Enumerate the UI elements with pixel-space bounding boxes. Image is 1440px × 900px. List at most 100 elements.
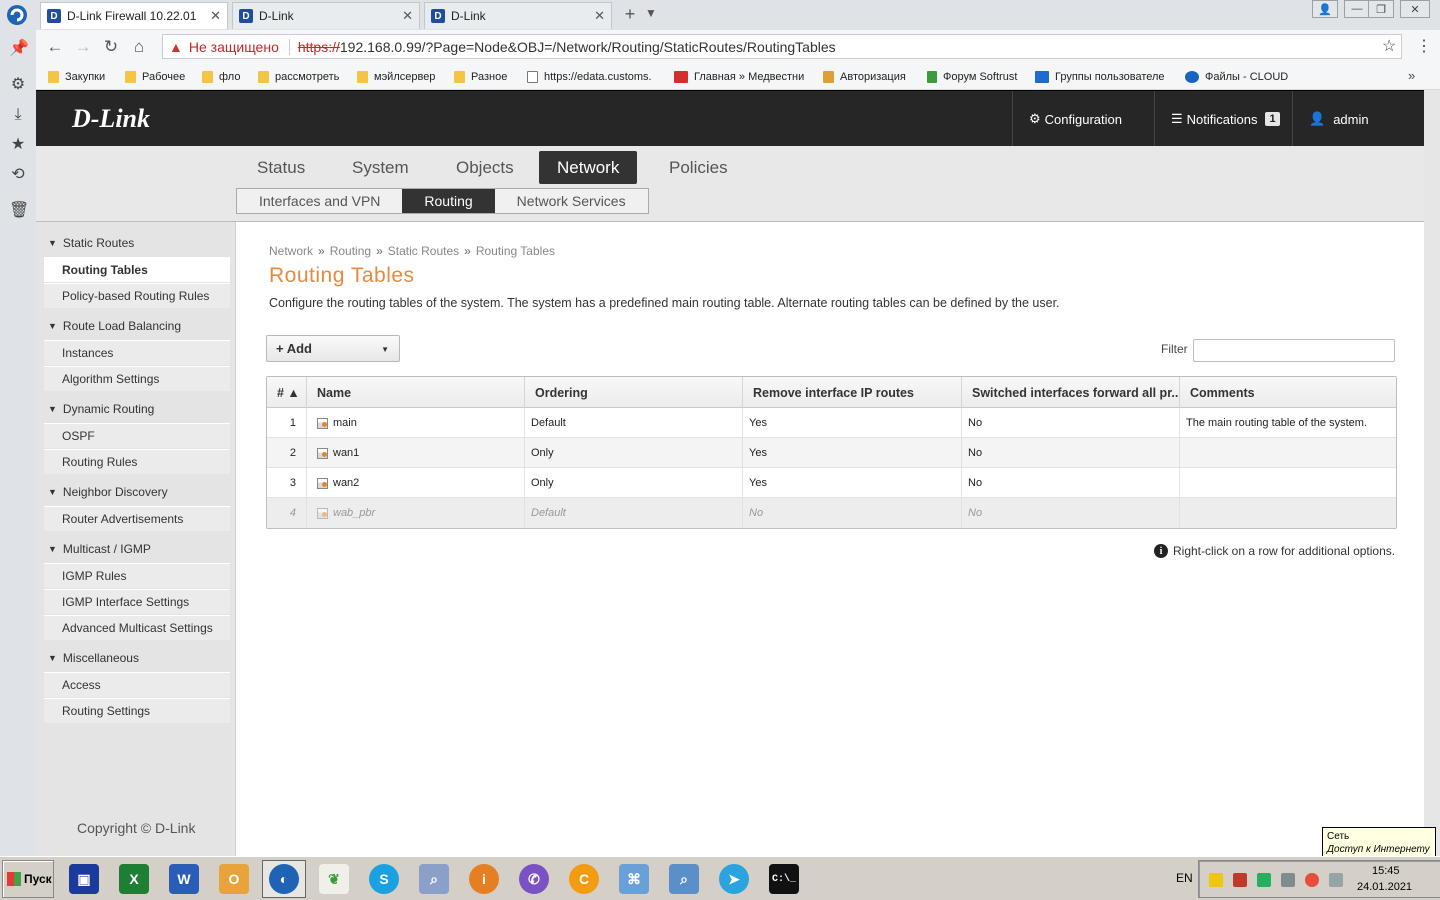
breadcrumb-item[interactable]: Routing (330, 244, 371, 258)
nav-system[interactable]: System (334, 151, 427, 184)
configuration-menu[interactable]: ⚙ Configuration (1012, 91, 1168, 147)
window-close-button[interactable]: ✕ (1400, 0, 1430, 18)
tray-status-icon[interactable] (1305, 873, 1319, 887)
sidebar-group-neighbor-discovery[interactable]: ▼ Neighbor Discovery (48, 482, 168, 502)
bookmark-item[interactable]: рассмотреть (258, 68, 339, 86)
taskbar-outlook-app[interactable]: O (212, 860, 256, 898)
close-icon[interactable]: ✕ (594, 8, 605, 24)
security-warning[interactable]: Не защищено (189, 39, 279, 55)
sidebar-item-igmp-interface-settings[interactable]: IGMP Interface Settings (44, 589, 230, 614)
reload-icon[interactable]: ↻ (101, 37, 121, 57)
taskbar-cmd-app[interactable]: C:\_ (762, 860, 806, 898)
nvidia-icon[interactable] (1257, 873, 1271, 887)
pin-icon[interactable]: 📌 (9, 40, 29, 58)
sidebar-item-access[interactable]: Access (44, 672, 230, 697)
taskbar-viber-app[interactable]: ✆ (512, 860, 556, 898)
sidebar-group-multicast-igmp[interactable]: ▼ Multicast / IGMP (48, 539, 151, 559)
taskbar-excel-app[interactable]: X (112, 860, 156, 898)
column-header-comments[interactable]: Comments (1180, 377, 1396, 408)
clock-date[interactable]: 24.01.2021 (1357, 881, 1412, 893)
taskbar-save-app[interactable]: ▣ (62, 860, 106, 898)
nav-status[interactable]: Status (239, 151, 323, 184)
taskbar-network-app[interactable]: ⌘ (612, 860, 656, 898)
clock-time[interactable]: 15:45 (1372, 865, 1400, 877)
network-icon[interactable] (1329, 873, 1343, 887)
bookmark-item[interactable]: Авторизация (823, 68, 906, 86)
bookmark-item[interactable]: Группы пользователе (1035, 68, 1165, 86)
tab-dlink-firewall[interactable]: D D-Link Firewall 10.22.01 ✕ (40, 2, 228, 29)
column-header-name[interactable]: Name (307, 377, 525, 408)
taskbar-telegram-app[interactable]: ➤ (712, 860, 756, 898)
new-tab-button[interactable]: + (620, 4, 640, 25)
subnav-network-services[interactable]: Network Services (495, 189, 648, 213)
bookmark-item[interactable]: Закупки (48, 68, 105, 86)
subnav-interfaces-vpn[interactable]: Interfaces and VPN (237, 189, 402, 213)
taskbar-browser-app[interactable]: ◐ (262, 860, 306, 898)
sidebar-item-routing-settings[interactable]: Routing Settings (44, 698, 230, 723)
sidebar-item-router-advertisements[interactable]: Router Advertisements (44, 506, 230, 531)
taskbar-search-app[interactable]: ⌕ (662, 860, 706, 898)
tab-dlink-2[interactable]: D D-Link ✕ (232, 2, 420, 29)
subnav-routing[interactable]: Routing (402, 189, 495, 213)
sidebar-item-instances[interactable]: Instances (44, 340, 230, 365)
sidebar-item-igmp-rules[interactable]: IGMP Rules (44, 563, 230, 588)
history-icon[interactable]: ⟲ (9, 166, 27, 184)
antivirus-icon[interactable] (1233, 873, 1247, 887)
notifications-menu[interactable]: ☰ Notifications 1 (1154, 91, 1292, 147)
sidebar-group-static-routes[interactable]: ▼ Static Routes (48, 233, 134, 253)
back-arrow-icon[interactable]: ← (45, 37, 65, 57)
bookmark-item[interactable]: Рабочее (125, 68, 185, 86)
sidebar-item-ospf[interactable]: OSPF (44, 423, 230, 448)
bookmark-item[interactable]: https://edata.customs. (527, 68, 652, 86)
volume-icon[interactable] (1281, 873, 1295, 887)
taskbar-remote-app[interactable]: ⌕ (412, 860, 456, 898)
url-input[interactable]: ▲ Не защищено https:// 192.168.0.99/?Pag… (162, 34, 1402, 59)
browser-logo-icon[interactable] (4, 3, 30, 27)
sidebar-group-route-load-balancing[interactable]: ▼ Route Load Balancing (48, 316, 181, 336)
sidebar-item-policy-based-routing-rules[interactable]: Policy-based Routing Rules (44, 283, 230, 308)
tab-dlink-3[interactable]: D D-Link ✕ (424, 2, 612, 29)
sidebar-item-routing-rules[interactable]: Routing Rules (44, 449, 230, 474)
nav-network[interactable]: Network (539, 151, 638, 184)
table-row[interactable]: 1 main Default Yes No The main routing t… (267, 408, 1396, 438)
column-header-ordering[interactable]: Ordering (525, 377, 743, 408)
bookmark-item[interactable]: Файлы - CLOUD (1185, 68, 1288, 86)
nav-policies[interactable]: Policies (651, 151, 746, 184)
user-menu[interactable]: 👤 admin (1292, 91, 1392, 147)
bookmark-item[interactable]: мэйлсервер (357, 68, 435, 86)
add-button[interactable]: + Add ▼ (266, 335, 400, 362)
sidebar-item-algorithm-settings[interactable]: Algorithm Settings (44, 366, 230, 391)
column-header-number[interactable]: # ▲ (267, 377, 307, 408)
table-row[interactable]: 2 wan1 Only Yes No (267, 438, 1396, 468)
nav-objects[interactable]: Objects (438, 151, 532, 184)
breadcrumb-item[interactable]: Routing Tables (476, 244, 555, 258)
sidebar-group-dynamic-routing[interactable]: ▼ Dynamic Routing (48, 399, 154, 419)
minimize-button[interactable]: — (1344, 0, 1370, 18)
user-profile-button[interactable]: 👤 (1312, 0, 1338, 18)
taskbar-word-app[interactable]: W (162, 860, 206, 898)
language-indicator[interactable]: EN (1176, 871, 1193, 885)
dlink-logo[interactable]: D-Link (72, 104, 150, 134)
bookmark-star-icon[interactable]: ☆ (1382, 36, 1396, 56)
bookmark-item[interactable]: Разное (454, 68, 507, 86)
taskbar-info-app[interactable]: i (462, 860, 506, 898)
star-icon[interactable]: ★ (9, 136, 27, 154)
table-row-disabled[interactable]: 4 wab_pbr Default No No (267, 498, 1396, 528)
table-row[interactable]: 3 wan2 Only Yes No (267, 468, 1396, 498)
forward-arrow-icon[interactable]: → (73, 37, 93, 57)
breadcrumb-item[interactable]: Static Routes (388, 244, 459, 258)
filter-input[interactable] (1193, 339, 1395, 362)
bookmark-item[interactable]: фло (202, 68, 240, 86)
column-header-remove-ip-routes[interactable]: Remove interface IP routes (743, 377, 962, 408)
download-icon[interactable]: ⤓ (9, 106, 27, 124)
sidebar-group-miscellaneous[interactable]: ▼ Miscellaneous (48, 648, 139, 668)
bookmarks-overflow-icon[interactable]: » (1408, 68, 1415, 83)
close-icon[interactable]: ✕ (402, 8, 413, 24)
trash-icon[interactable]: 🗑 (9, 202, 29, 220)
sidebar-item-advanced-multicast-settings[interactable]: Advanced Multicast Settings (44, 615, 230, 640)
breadcrumb-item[interactable]: Network (269, 244, 313, 258)
tray-app-icon[interactable] (1209, 873, 1223, 887)
home-icon[interactable]: ⌂ (129, 37, 149, 57)
taskbar-skype-app[interactable]: S (362, 860, 406, 898)
sidebar-item-routing-tables[interactable]: Routing Tables (44, 257, 230, 282)
